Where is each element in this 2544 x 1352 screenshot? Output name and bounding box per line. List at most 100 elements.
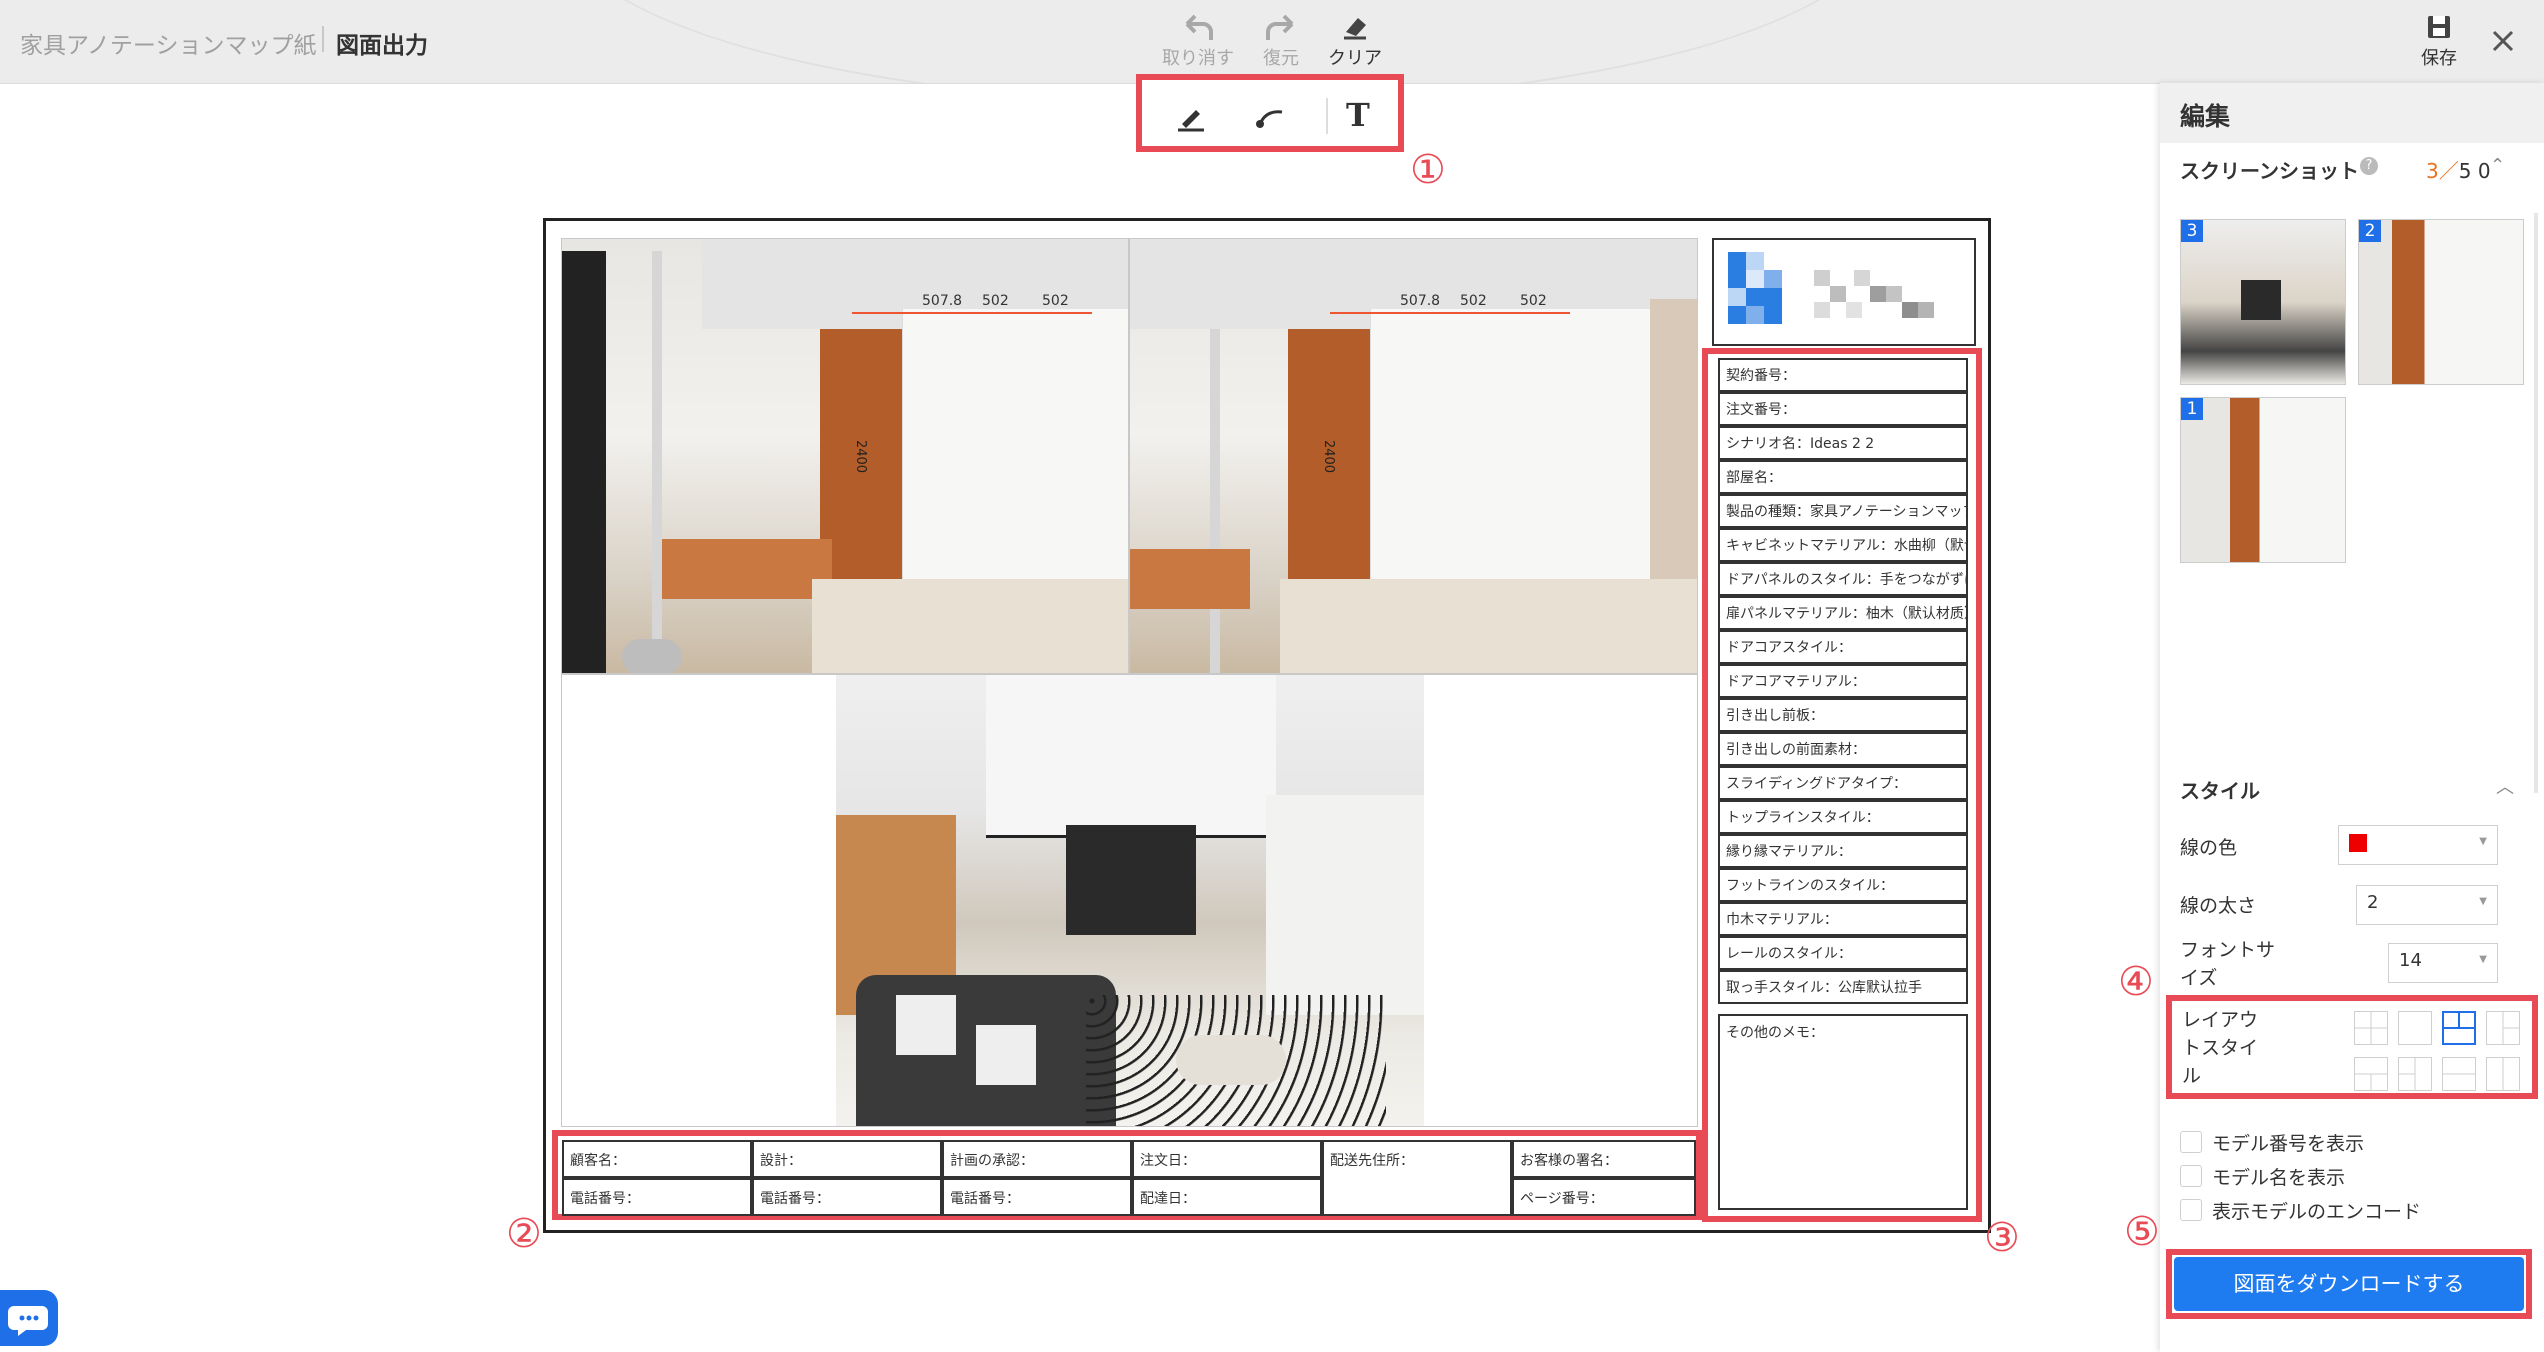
screenshot-counter: 3／5 0 — [2426, 159, 2491, 183]
layout-option-right-big[interactable] — [2398, 1057, 2432, 1091]
info-field: 縁り縁マテリアル： — [1718, 834, 1968, 868]
svg-text:502: 502 — [982, 293, 1009, 309]
edit-panel: 編集 スクリーンショット ? 3／5 0 ⌃ 3 2 1 スタイル ︿ 線の色 … — [2160, 83, 2544, 1352]
color-swatch — [2349, 834, 2367, 852]
close-button[interactable] — [2488, 26, 2518, 56]
show-model-number-label: モデル番号を表示 — [2212, 1133, 2365, 1155]
height-dimension: 2400 — [1321, 439, 1337, 474]
memo-field: その他のメモ： — [1718, 1014, 1968, 1210]
info-field: 注文番号： — [1718, 392, 1968, 426]
info-field: 巾木マテリアル： — [1718, 902, 1968, 936]
clear-button[interactable]: クリア — [1310, 12, 1400, 70]
layout-option-two-rows[interactable] — [2442, 1057, 2476, 1091]
thumbnail-number: 2 — [2359, 220, 2381, 242]
top-bar: 家具アノテーションマップ紙 図面出力 取り消す 復元 クリア 保存 — [0, 0, 2544, 84]
table-cell: ページ番号： — [1512, 1178, 1696, 1216]
save-button[interactable]: 保存 — [2394, 12, 2484, 70]
text-tool-button[interactable]: T — [1346, 96, 1386, 134]
line-tool-button[interactable] — [1252, 102, 1292, 132]
chat-icon — [8, 1306, 48, 1336]
chevron-down-icon: ▼ — [2479, 836, 2487, 847]
info-field: キャビネットマテリアル：水曲柳（默认 — [1718, 528, 1968, 562]
callout-badge-3: ③ — [1984, 1215, 2020, 1261]
model-encode-checkbox[interactable] — [2180, 1199, 2202, 1221]
layout-option-grid-4[interactable] — [2354, 1011, 2388, 1045]
info-field: トップラインスタイル： — [1718, 800, 1968, 834]
line-width-label: 線の太さ — [2180, 895, 2257, 917]
layout-option-two-cols[interactable] — [2486, 1057, 2520, 1091]
info-field: 引き出し前板： — [1718, 698, 1968, 732]
undo-button[interactable]: 取り消す — [1153, 12, 1243, 70]
font-size-select[interactable]: 14 ▼ — [2388, 943, 2498, 983]
screenshot-thumbnail[interactable]: 3 — [2180, 219, 2346, 385]
table-cell: 配送先住所： — [1322, 1140, 1512, 1216]
screenshots-label: スクリーンショット — [2180, 159, 2359, 183]
breadcrumb-previous[interactable]: 家具アノテーションマップ紙 — [20, 26, 316, 60]
show-model-number-checkbox[interactable] — [2180, 1131, 2202, 1153]
save-label: 保存 — [2421, 48, 2457, 69]
panel-title: 編集 — [2180, 102, 2231, 131]
thumbnail-number: 3 — [2181, 220, 2203, 242]
layout-label: レイアウ — [2182, 1009, 2259, 1031]
pen-tool-button[interactable] — [1174, 102, 1214, 132]
company-logo — [1728, 252, 1934, 324]
svg-text:507.8: 507.8 — [1400, 293, 1440, 309]
layout-option-two-top-one-bottom[interactable] — [2442, 1011, 2476, 1045]
svg-text:502: 502 — [1042, 293, 1069, 309]
thumbnail-number: 1 — [2181, 398, 2203, 420]
screenshot-thumbnail[interactable]: 2 — [2358, 219, 2524, 385]
layout-label: トスタイ — [2182, 1037, 2259, 1059]
model-encode-label: 表示モデルのエンコード — [2212, 1201, 2422, 1223]
svg-text:502: 502 — [1520, 293, 1547, 309]
undo-label: 取り消す — [1162, 48, 1234, 69]
info-field: 引き出しの前面素材： — [1718, 732, 1968, 766]
height-dimension: 2400 — [853, 439, 869, 474]
chat-button[interactable] — [0, 1290, 58, 1346]
info-field: スライディングドアタイプ： — [1718, 766, 1968, 800]
breadcrumb-separator — [322, 26, 324, 52]
customer-info-table: 顧客名： 設計： 計画の承認： 注文日： 配送先住所： お客様の署名： 電話番号… — [552, 1130, 1702, 1220]
save-icon — [2428, 16, 2450, 38]
font-size-label: フォントサ — [2180, 939, 2276, 961]
info-fields-box: 契約番号： 注文番号： シナリオ名：Ideas 2 2 部屋名： 製品の種類：家… — [1702, 348, 1982, 1222]
layout-option-one-top-two-bottom[interactable] — [2354, 1057, 2388, 1091]
line-color-select[interactable]: ▼ — [2338, 825, 2498, 865]
layout-label: ル — [2182, 1065, 2202, 1087]
chevron-down-icon: ▼ — [2479, 954, 2487, 965]
info-field: ドアコアマテリアル： — [1718, 664, 1968, 698]
collapse-chevron-icon[interactable]: ⌃ — [2490, 155, 2505, 176]
table-cell: 配達日： — [1132, 1178, 1322, 1216]
scrollbar[interactable] — [2534, 213, 2538, 793]
table-cell: 電話番号： — [562, 1178, 752, 1216]
rendering-image-bottom-frame — [561, 674, 1698, 1127]
undo-icon — [1185, 14, 1213, 40]
layout-style-group: レイアウ トスタイ ル — [2166, 995, 2538, 1099]
line-color-label: 線の色 — [2180, 837, 2238, 859]
toolbar-divider — [1326, 98, 1328, 134]
chevron-up-icon[interactable]: ︿ — [2496, 773, 2514, 799]
layout-option-left-big[interactable] — [2486, 1011, 2520, 1045]
svg-text:502: 502 — [1460, 293, 1487, 309]
callout-badge-5: ⑤ — [2124, 1209, 2160, 1255]
info-field: フットラインのスタイル： — [1718, 868, 1968, 902]
table-cell: 設計： — [752, 1140, 942, 1178]
rendering-image-bottom — [836, 675, 1424, 1126]
clear-label: クリア — [1328, 48, 1382, 69]
line-icon — [1256, 110, 1283, 128]
info-field: レールのスタイル： — [1718, 936, 1968, 970]
dimension-lines: 507.8 502 502 — [852, 293, 1092, 314]
style-section-label: スタイル — [2180, 779, 2260, 803]
callout-badge-4: ④ — [2118, 959, 2154, 1005]
help-icon[interactable]: ? — [2360, 157, 2378, 175]
chevron-down-icon: ▼ — [2479, 896, 2487, 907]
eraser-icon — [1344, 18, 1366, 40]
pen-icon — [1178, 110, 1204, 132]
table-cell: 電話番号： — [752, 1178, 942, 1216]
download-drawing-button[interactable]: 図面をダウンロードする — [2174, 1257, 2524, 1311]
line-width-select[interactable]: 2 ▼ — [2356, 885, 2498, 925]
screenshot-thumbnail[interactable]: 1 — [2180, 397, 2346, 563]
show-model-name-checkbox[interactable] — [2180, 1165, 2202, 1187]
show-model-name-label: モデル名を表示 — [2212, 1167, 2346, 1189]
table-cell: 電話番号： — [942, 1178, 1132, 1216]
layout-option-single[interactable] — [2398, 1011, 2432, 1045]
